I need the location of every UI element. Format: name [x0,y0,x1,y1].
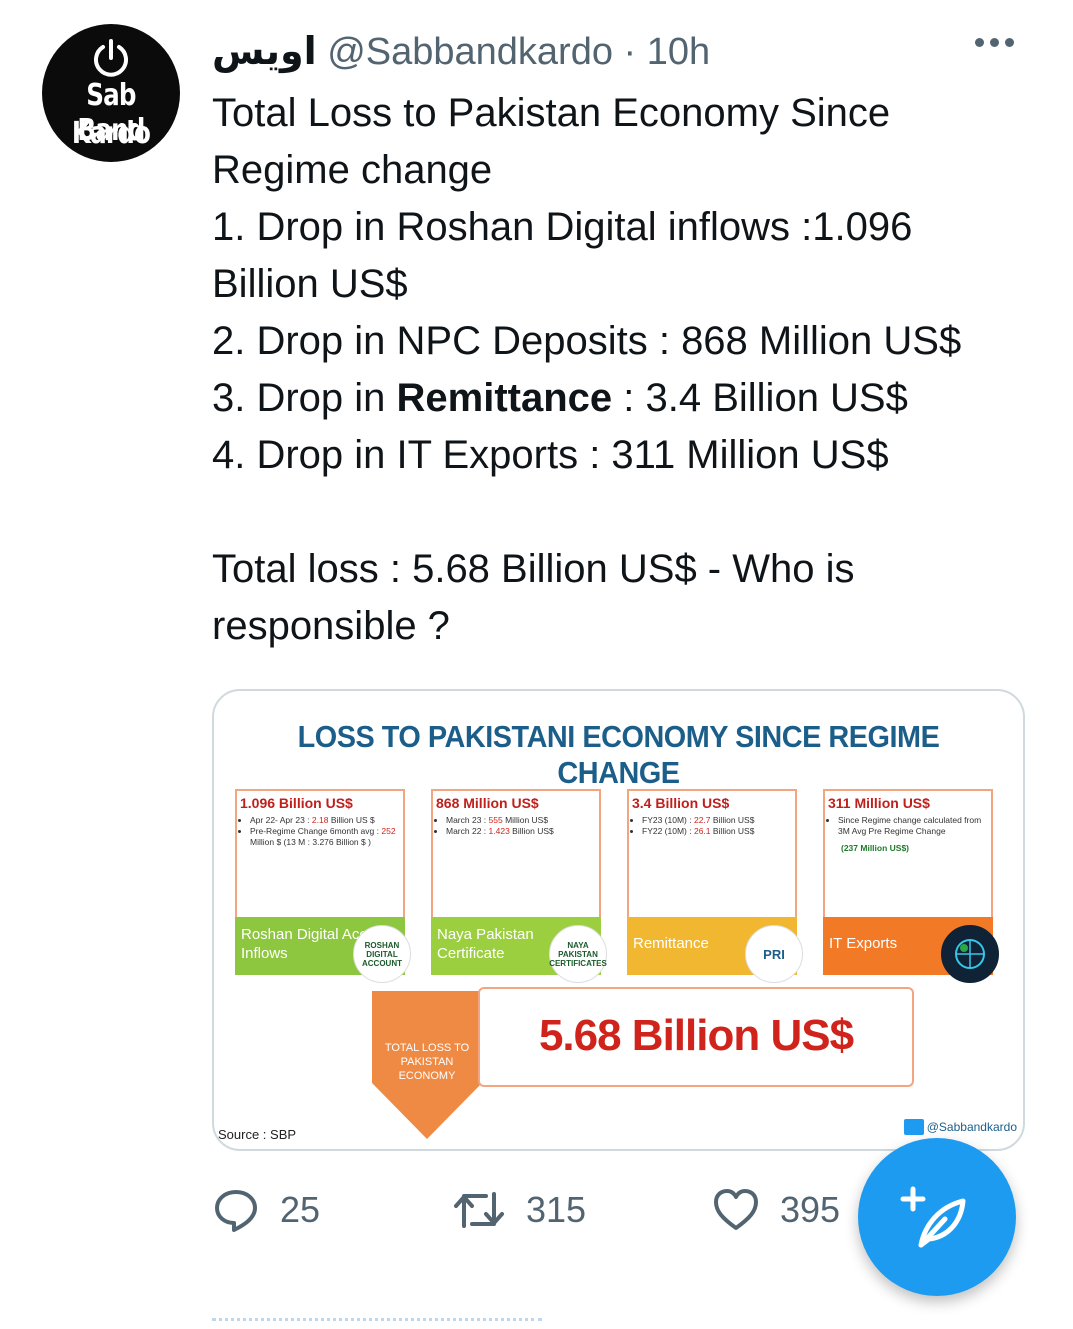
timestamp[interactable]: 10h [647,31,710,73]
tweet-line: 4. Drop in IT Exports : 311 Million US$ [212,433,889,477]
compose-feather-icon [900,1186,966,1248]
card-bullet: FY22 (10M) : 26.1 Billion US$ [642,826,792,837]
tweet-line: Billion US$ [212,262,408,306]
heart-icon [714,1189,758,1230]
card-bullet: Apr 22- Apr 23 : 2.18 Billion US $ [250,815,400,826]
card-roshan-digital: 1.096 Billion US$ Apr 22- Apr 23 : 2.18 … [235,789,411,983]
avatar-text-line2: Kardo [71,116,151,151]
separator: · [623,31,637,73]
tweet-text: Total Loss to Pakistan Economy Since Reg… [212,85,1042,655]
total-value: 5.68 Billion US$ [538,1011,854,1060]
roshan-logo-icon: ROSHAN DIGITAL ACCOUNT [353,925,411,983]
pri-logo-icon: PRI [745,925,803,983]
total-label: TOTAL LOSS TO PAKISTAN ECONOMY [384,1042,470,1082]
card-value: 868 Million US$ [436,795,539,811]
naya-pakistan-logo-icon: NAYA PAKISTAN CERTIFICATES [549,925,607,983]
power-icon [94,39,128,77]
reply-icon [215,1190,257,1232]
infographic-title: LOSS TO PAKISTANI ECONOMY SINCE REGIME C… [297,719,940,790]
handle[interactable]: @Sabbandkardo [327,31,613,73]
reply-button[interactable]: 25 [212,1186,320,1234]
card-bullet: March 22 : 1.423 Billion US$ [446,826,596,837]
tweet-header: اویس @Sabbandkardo · 10h [212,28,710,75]
card-value: 311 Million US$ [828,795,930,811]
hashtag-remittance[interactable]: Remittance [397,376,613,420]
twitter-bird-icon [903,1119,924,1135]
watermark-handle: @Sabbandkardo [903,1119,1017,1135]
card-it-exports: 311 Million US$ Since Regime change calc… [823,789,999,983]
tweet-line: Regime change [212,148,493,192]
total-arrow: TOTAL LOSS TO PAKISTAN ECONOMY [372,991,482,1139]
tweet-line: responsible ? [212,604,450,648]
reply-count: 25 [280,1189,321,1230]
card-remittance: 3.4 Billion US$ FY23 (10M) : 22.7 Billio… [627,789,803,983]
card-naya-pakistan: 868 Million US$ March 23 : 555 Million U… [431,789,607,983]
card-bullet: FY23 (10M) : 22.7 Billion US$ [642,815,792,826]
retweet-icon [454,1192,504,1228]
retweet-count: 315 [526,1189,587,1230]
total-box: 5.68 Billion US$ [478,987,914,1087]
card-value: 1.096 Billion US$ [240,795,353,811]
like-count: 395 [780,1189,841,1230]
more-options-icon[interactable] [975,38,1014,47]
compose-tweet-button[interactable] [858,1138,1016,1296]
source-label: Source : SBP [218,1127,297,1142]
card-bullet: Pre-Regime Change 6month avg : 252 Milli… [250,826,400,848]
card-note: (237 Million US$) [841,843,910,853]
tweet-line: 1. Drop in Roshan Digital inflows :1.096 [212,205,913,249]
tweet-line: 2. Drop in NPC Deposits : 868 Million US… [212,319,962,363]
like-button[interactable]: 395 [712,1186,840,1234]
card-bullet: March 23 : 555 Million US$ [446,815,596,826]
avatar[interactable]: Sab Band Kardo [42,24,180,162]
tweet-line: Total loss : 5.68 Billion US$ - Who is [212,547,855,591]
display-name[interactable]: اویس [212,29,317,73]
it-globe-icon [941,925,999,983]
tweet-line: Total Loss to Pakistan Economy Since [212,91,891,135]
tweet-line: 3. Drop in Remittance : 3.4 Billion US$ [212,376,908,420]
tweet-media-image[interactable]: LOSS TO PAKISTANI ECONOMY SINCE REGIME C… [212,689,1025,1151]
retweet-button[interactable]: 315 [452,1186,586,1234]
card-value: 3.4 Billion US$ [632,795,730,811]
next-tweet-preview [212,1318,542,1329]
card-bullet: Since Regime change calculated from 3M A… [838,815,988,837]
